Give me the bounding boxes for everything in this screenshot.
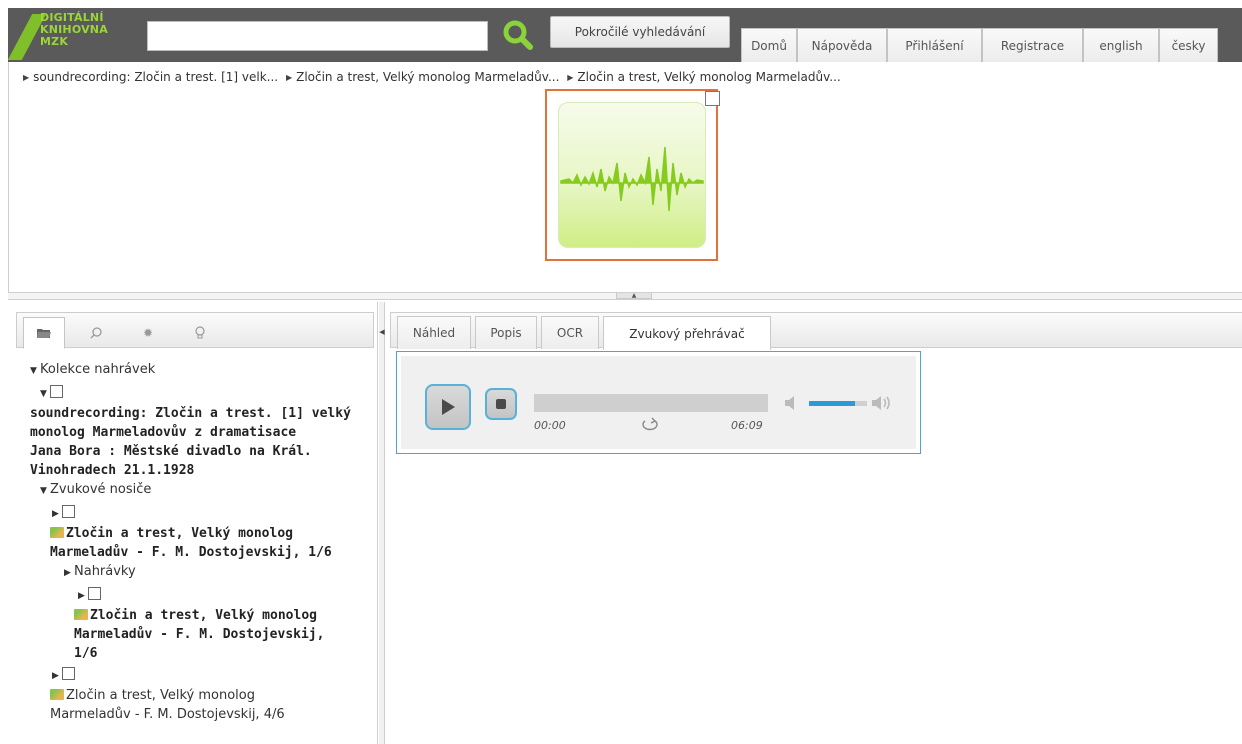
carrier1-line-1: Zločin a trest, Velký monolog	[66, 526, 293, 541]
logo[interactable]: DIGITÁLNÍ KNIHOVNA MZK	[7, 10, 142, 60]
nav-register[interactable]: Registrace	[982, 28, 1083, 62]
recording1-line-3: 1/6	[74, 646, 98, 661]
tab-tree[interactable]	[23, 317, 65, 349]
loop-icon[interactable]	[639, 416, 661, 434]
chevron-right-icon: ▶	[285, 73, 293, 82]
nav-help[interactable]: Nápověda	[797, 28, 887, 62]
recording-icon	[74, 609, 88, 620]
left-panel: ✹ ▼ Kolekce nahrávek ▼ soundrecording: Zl…	[8, 302, 378, 744]
tree-checkbox[interactable]	[50, 385, 63, 398]
collapse-left-icon[interactable]: ◀	[379, 320, 385, 344]
tab-tips[interactable]	[179, 317, 221, 349]
lightbulb-icon	[195, 325, 205, 338]
caret-down-icon[interactable]: ▼	[40, 385, 50, 404]
search-icon	[90, 327, 102, 339]
nav-login[interactable]: Přihlášení	[887, 28, 982, 62]
breadcrumb-item-3[interactable]: Zločin a trest, Velký monolog Marmeladův…	[577, 70, 840, 84]
tree-node-recordings[interactable]: ▶ Nahrávky	[30, 562, 370, 583]
top-nav: Domů Nápověda Přihlášení Registrace engl…	[741, 28, 1218, 62]
recording-icon	[50, 527, 64, 538]
caret-down-icon[interactable]: ▼	[40, 482, 50, 501]
magnifier-icon	[503, 20, 533, 50]
nav-english[interactable]: english	[1083, 28, 1159, 62]
recording1-line-1: Zločin a trest, Velký monolog	[90, 608, 317, 623]
stop-button[interactable]	[485, 388, 517, 420]
header-bar: DIGITÁLNÍ KNIHOVNA MZK Pokročilé vyhledá…	[7, 8, 1242, 62]
tree-label-collection[interactable]: Kolekce nahrávek	[40, 362, 155, 377]
tree-label-soundrecording[interactable]: soundrecording: Zločin a trest. [1] velk…	[30, 404, 370, 480]
stop-icon	[496, 399, 506, 409]
tree-node-carrier1-toggle[interactable]: ▶	[30, 503, 370, 524]
tab-preview[interactable]: Náhled	[397, 316, 471, 349]
caret-down-icon[interactable]: ▼	[30, 362, 40, 381]
left-tabbar: ✹	[16, 312, 374, 349]
logo-line3: MZK	[40, 35, 69, 48]
breadcrumb-item-1[interactable]: soundrecording: Zločin a trest. [1] velk…	[33, 70, 278, 84]
tree-label-recording1[interactable]: Zločin a trest, Velký monolog Marmeladův…	[30, 606, 370, 663]
breadcrumb: ▶ soundrecording: Zločin a trest. [1] vel…	[19, 70, 841, 84]
tree-node-carriers[interactable]: ▼ Zvukové nosiče	[30, 480, 370, 501]
advanced-search-button[interactable]: Pokročilé vyhledávání	[550, 16, 730, 48]
nav-czech[interactable]: česky	[1159, 28, 1218, 62]
thumbnail-checkbox[interactable]	[705, 91, 720, 106]
breadcrumb-item-2[interactable]: Zločin a trest, Velký monolog Marmeladův…	[296, 70, 559, 84]
total-time: 06:09	[731, 419, 763, 432]
caret-right-icon[interactable]: ▶	[78, 587, 88, 606]
tree-label-carrier1[interactable]: Zločin a trest, Velký monolog Marmeladův…	[30, 524, 370, 562]
caret-right-icon[interactable]: ▶	[64, 564, 74, 583]
tree-checkbox[interactable]	[88, 587, 101, 600]
soundrecording-line-1: soundrecording: Zločin a trest. [1] velk…	[30, 406, 351, 421]
caret-right-icon[interactable]: ▶	[52, 505, 62, 524]
carrier1-line-2: Marmeladův - F. M. Dostojevskij, 1/6	[50, 545, 332, 560]
carrier2-line-2: Marmeladův - F. M. Dostojevskij, 4/6	[50, 707, 285, 722]
carrier2-line-1: Zločin a trest, Velký monolog	[66, 688, 256, 703]
gear-icon: ✹	[142, 326, 154, 340]
volume-max-icon[interactable]	[871, 394, 895, 412]
preview-area: ▶ soundrecording: Zločin a trest. [1] vel…	[8, 62, 1242, 292]
play-button[interactable]	[425, 384, 471, 430]
tree-label-carrier2[interactable]: Zločin a trest, Velký monolog Marmeladův…	[30, 686, 370, 724]
current-time: 00:00	[534, 419, 566, 432]
horizontal-splitter[interactable]: ▲	[8, 292, 1242, 300]
tree-node-carrier2-toggle[interactable]: ▶	[30, 665, 370, 686]
tree-node-recording1-toggle[interactable]: ▶	[30, 585, 370, 606]
recording-thumbnail[interactable]	[545, 89, 718, 261]
tab-settings[interactable]: ✹	[127, 317, 169, 349]
volume-mute-icon[interactable]	[784, 395, 798, 411]
tree-node-collection[interactable]: ▼ Kolekce nahrávek	[30, 360, 370, 381]
folder-icon	[37, 329, 51, 338]
right-tabbar: Náhled Popis OCR Zvukový přehrávač	[390, 312, 1242, 350]
soundrecording-line-4: Vinohradech 21.1.1928	[30, 463, 195, 478]
soundrecording-line-3: Jana Bora : Městské divadlo na Král.	[30, 444, 312, 459]
search-button[interactable]	[498, 16, 538, 56]
volume-slider[interactable]	[809, 401, 867, 406]
collapse-up-icon[interactable]: ▲	[616, 293, 652, 299]
vertical-splitter[interactable]: ◀	[379, 302, 385, 744]
search-input[interactable]	[147, 21, 488, 51]
tree-checkbox[interactable]	[62, 667, 75, 680]
volume-level	[809, 401, 856, 406]
tree-checkbox[interactable]	[62, 505, 75, 518]
play-icon	[442, 399, 455, 415]
waveform-icon	[558, 102, 706, 248]
nav-home[interactable]: Domů	[741, 28, 797, 62]
chevron-right-icon: ▶	[23, 73, 30, 82]
tab-description[interactable]: Popis	[475, 316, 537, 349]
tree-label-carriers[interactable]: Zvukové nosiče	[50, 482, 151, 497]
audio-player: 00:00 06:09	[396, 351, 921, 454]
tree-label-recordings[interactable]: Nahrávky	[74, 564, 136, 579]
recording1-line-2: Marmeladův - F. M. Dostojevskij,	[74, 627, 325, 642]
tab-ocr[interactable]: OCR	[541, 316, 599, 349]
soundrecording-line-2: monolog Marmeladovův z dramatisace	[30, 425, 297, 440]
player-controls: 00:00 06:09	[401, 356, 916, 449]
recording-icon	[50, 689, 64, 700]
collection-tree: ▼ Kolekce nahrávek ▼ soundrecording: Zloč…	[30, 360, 370, 724]
chevron-right-icon: ▶	[567, 73, 574, 82]
tree-node-recording-toggle[interactable]: ▼	[30, 383, 370, 404]
tab-search[interactable]	[75, 317, 117, 349]
tab-audio-player[interactable]: Zvukový přehrávač	[603, 316, 771, 350]
caret-right-icon[interactable]: ▶	[52, 667, 62, 686]
progress-bar[interactable]	[534, 394, 768, 412]
